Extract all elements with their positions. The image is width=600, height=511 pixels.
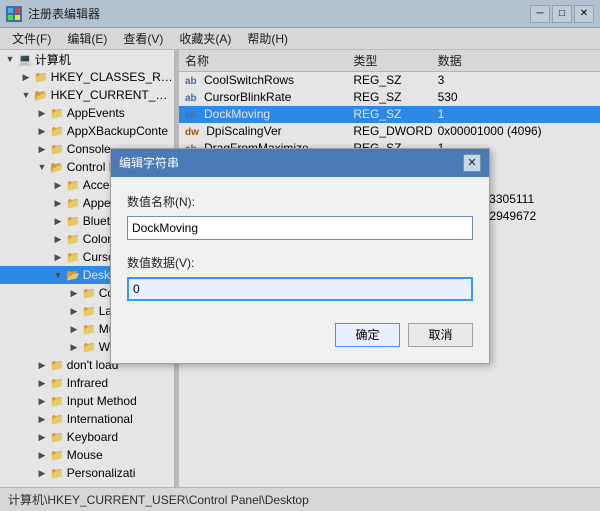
dialog-confirm-button[interactable]: 确定 — [335, 323, 400, 347]
dialog-close-button[interactable]: ✕ — [463, 154, 481, 172]
edit-string-dialog: 编辑字符串 ✕ 数值名称(N): 数值数据(V): 确定 取消 — [110, 148, 490, 364]
dialog-data-input[interactable] — [127, 277, 473, 301]
dialog-body: 数值名称(N): 数值数据(V): 确定 取消 — [111, 177, 489, 363]
dialog-title: 编辑字符串 — [119, 154, 463, 171]
dialog-overlay: 编辑字符串 ✕ 数值名称(N): 数值数据(V): 确定 取消 — [0, 0, 600, 511]
dialog-data-label: 数值数据(V): — [127, 254, 473, 271]
dialog-name-label: 数值名称(N): — [127, 193, 473, 210]
dialog-title-bar: 编辑字符串 ✕ — [111, 149, 489, 177]
dialog-cancel-button[interactable]: 取消 — [408, 323, 473, 347]
dialog-name-input[interactable] — [127, 216, 473, 240]
dialog-buttons: 确定 取消 — [127, 323, 473, 347]
